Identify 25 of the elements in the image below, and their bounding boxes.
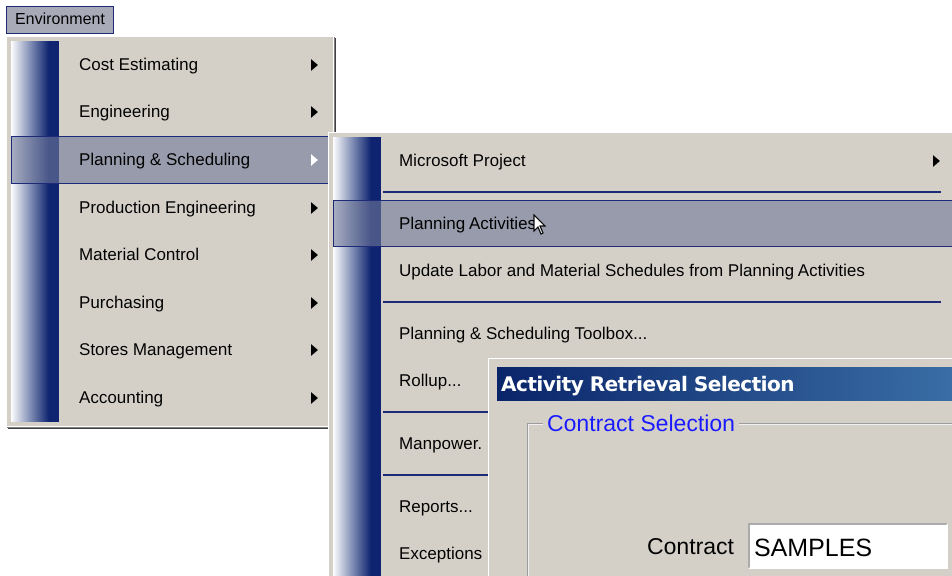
menu-item[interactable]: Accounting <box>11 374 333 422</box>
field-label: Contract <box>647 532 734 560</box>
mouse-pointer-icon <box>533 214 547 236</box>
menu-bar-item[interactable]: Environment <box>6 6 114 34</box>
menu-item[interactable]: Update Labor and Material Schedules from Planning Activities <box>333 247 952 294</box>
submenu-arrow-icon <box>311 106 318 118</box>
menu-item[interactable]: Purchasing <box>11 278 333 327</box>
contract-input-field[interactable]: SAMPLES <box>748 523 948 569</box>
menu-item[interactable]: Stores Management <box>11 326 333 374</box>
submenu-arrow-icon <box>311 202 318 214</box>
submenu-arrow-icon <box>311 392 318 404</box>
menu-item[interactable]: Material Control <box>11 231 333 279</box>
submenu-arrow-icon <box>311 154 318 166</box>
menu-item[interactable]: Planning & Scheduling Toolbox... <box>333 310 952 357</box>
menu-item[interactable]: Microsoft Project <box>333 137 952 184</box>
menu-item[interactable]: Production Engineering <box>11 184 333 232</box>
submenu-arrow-icon <box>311 296 318 309</box>
menu-item[interactable]: Engineering <box>11 88 333 136</box>
submenu-arrow-icon <box>311 58 318 71</box>
dialog-title: Activity Retrieval Selection <box>501 372 794 396</box>
submenu-arrow-icon <box>311 249 318 262</box>
menu-item[interactable]: Cost Estimating <box>11 41 333 89</box>
submenu-arrow-icon <box>311 344 318 356</box>
menu-item[interactable]: Planning Activities <box>333 200 952 247</box>
submenu-arrow-icon <box>933 154 940 166</box>
